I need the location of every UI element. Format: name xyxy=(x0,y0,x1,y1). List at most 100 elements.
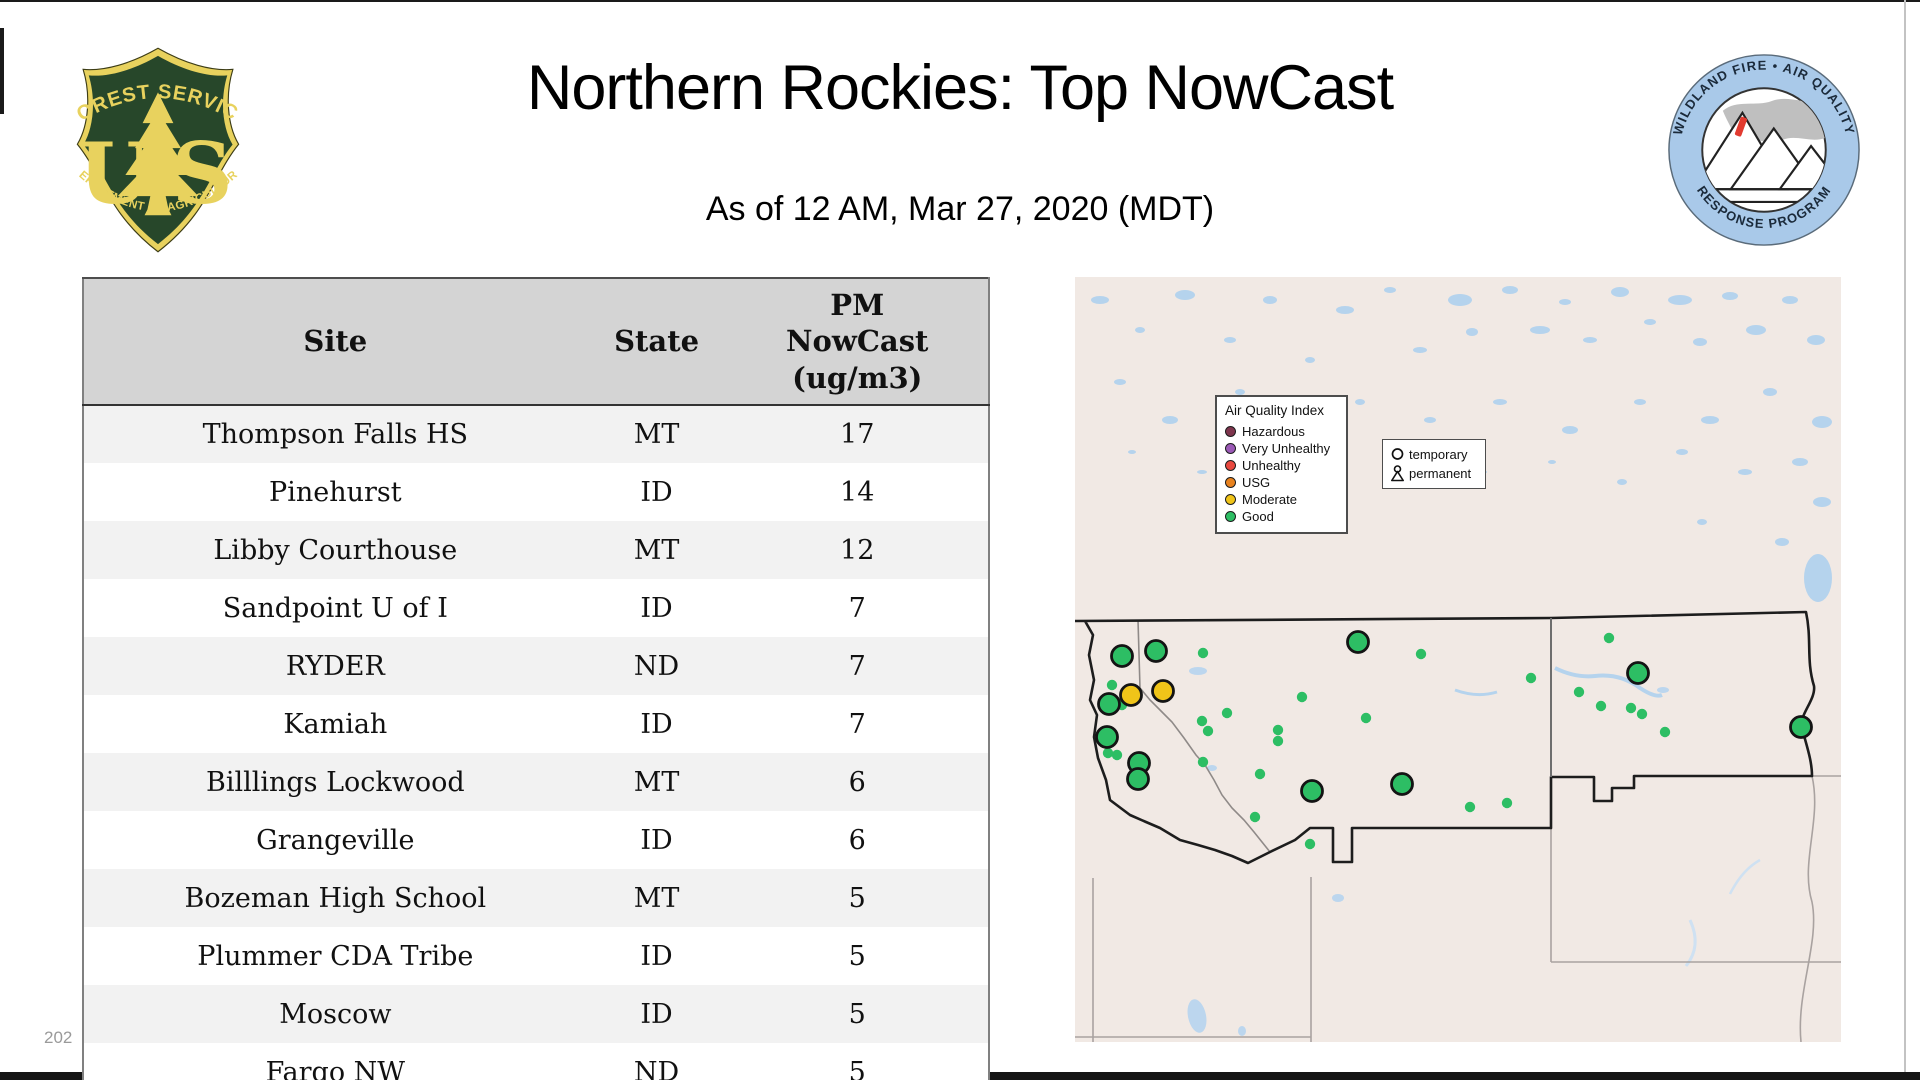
monitor-marker-temporary[interactable] xyxy=(1501,797,1513,809)
value-cell: 12 xyxy=(726,521,989,579)
state-cell: ID xyxy=(586,811,727,869)
site-cell: Pinehurst xyxy=(83,463,587,521)
monitor-marker-permanent[interactable] xyxy=(1346,630,1370,654)
monitor-marker-temporary[interactable] xyxy=(1221,707,1233,719)
table-row: Sandpoint U of I ID 7 xyxy=(83,579,989,637)
monitor-map: Air Quality Index Hazardous Very Unhealth… xyxy=(1075,277,1841,1042)
aqi-color-dot-icon xyxy=(1225,443,1236,454)
table-row: Fargo NW ND 5 xyxy=(83,1043,989,1080)
monitor-marker-temporary[interactable] xyxy=(1197,756,1209,768)
monitor-marker-permanent[interactable] xyxy=(1300,779,1324,803)
map-canvas xyxy=(1075,277,1841,1042)
value-cell: 17 xyxy=(726,405,989,463)
monitor-marker-temporary[interactable] xyxy=(1272,724,1284,736)
monitor-marker-temporary[interactable] xyxy=(1636,708,1648,720)
legend-item-temporary: temporary xyxy=(1390,445,1481,464)
state-cell: ID xyxy=(586,579,727,637)
monitor-marker-temporary[interactable] xyxy=(1249,811,1261,823)
site-cell: Thompson Falls HS xyxy=(83,405,587,463)
monitor-marker-temporary[interactable] xyxy=(1202,725,1214,737)
state-cell: ND xyxy=(586,1043,727,1080)
aqi-legend-label: Moderate xyxy=(1242,492,1297,507)
monitor-marker-permanent[interactable] xyxy=(1390,772,1414,796)
table-row: Plummer CDA Tribe ID 5 xyxy=(83,927,989,985)
slide-top-edge xyxy=(0,0,1920,2)
state-cell: MT xyxy=(586,753,727,811)
site-cell: Kamiah xyxy=(83,695,587,753)
monitor-marker-permanent[interactable] xyxy=(1151,679,1175,703)
state-cell: ID xyxy=(586,695,727,753)
monitor-marker-temporary[interactable] xyxy=(1111,749,1123,761)
table-row: Thompson Falls HS MT 17 xyxy=(83,405,989,463)
state-cell: MT xyxy=(586,521,727,579)
nowcast-table-body: Thompson Falls HS MT 17 Pinehurst ID 14 Libby … xyxy=(83,405,989,1080)
slide-right-edge xyxy=(1904,0,1906,1072)
monitor-marker-permanent[interactable] xyxy=(1110,644,1134,668)
monitor-marker-temporary[interactable] xyxy=(1625,702,1637,714)
site-cell: Fargo NW xyxy=(83,1043,587,1080)
table-row: Pinehurst ID 14 xyxy=(83,463,989,521)
monitor-marker-permanent[interactable] xyxy=(1126,767,1150,791)
table-row: Grangeville ID 6 xyxy=(83,811,989,869)
slide-left-edge xyxy=(0,28,4,114)
monitor-marker-temporary[interactable] xyxy=(1603,632,1615,644)
aqi-legend-label: Good xyxy=(1242,509,1274,524)
monitor-marker-temporary[interactable] xyxy=(1525,672,1537,684)
nowcast-table-header: Site State PM NowCast (ug/m3) xyxy=(83,278,989,406)
aqi-legend-title: Air Quality Index xyxy=(1225,403,1325,418)
site-cell: RYDER xyxy=(83,637,587,695)
monitor-marker-permanent[interactable] xyxy=(1119,683,1143,707)
page-subtitle: As of 12 AM, Mar 27, 2020 (MDT) xyxy=(705,190,1215,228)
monitor-marker-temporary[interactable] xyxy=(1304,838,1316,850)
site-cell: Grangeville xyxy=(83,811,587,869)
monitor-marker-temporary[interactable] xyxy=(1595,700,1607,712)
value-cell: 6 xyxy=(726,811,989,869)
monitor-marker-permanent[interactable] xyxy=(1097,692,1121,716)
aqi-legend-item: Very Unhealthy xyxy=(1225,440,1340,457)
value-cell: 5 xyxy=(726,927,989,985)
person-icon xyxy=(1391,465,1404,482)
clipped-timestamp: 202 xyxy=(44,1028,73,1047)
circle-icon xyxy=(1391,448,1404,460)
state-cell: ID xyxy=(586,985,727,1043)
value-cell: 5 xyxy=(726,869,989,927)
monitor-marker-temporary[interactable] xyxy=(1659,726,1671,738)
monitor-marker-permanent[interactable] xyxy=(1144,639,1168,663)
value-cell: 5 xyxy=(726,1043,989,1080)
value-cell: 6 xyxy=(726,753,989,811)
monitor-marker-temporary[interactable] xyxy=(1197,647,1209,659)
site-cell: Bozeman High School xyxy=(83,869,587,927)
value-cell: 7 xyxy=(726,637,989,695)
aqi-legend-item: Hazardous xyxy=(1225,423,1340,440)
state-cell: ND xyxy=(586,637,727,695)
monitor-marker-permanent[interactable] xyxy=(1626,661,1650,685)
aqi-color-dot-icon xyxy=(1225,426,1236,437)
monitor-marker-permanent[interactable] xyxy=(1789,715,1813,739)
aqi-legend-item: Unhealthy xyxy=(1225,457,1340,474)
monitor-marker-temporary[interactable] xyxy=(1272,735,1284,747)
value-cell: 7 xyxy=(726,695,989,753)
monitor-marker-temporary[interactable] xyxy=(1296,691,1308,703)
table-row: Bozeman High School MT 5 xyxy=(83,869,989,927)
aqi-color-dot-icon xyxy=(1225,460,1236,471)
site-cell: Sandpoint U of I xyxy=(83,579,587,637)
monitor-marker-temporary[interactable] xyxy=(1106,679,1118,691)
monitor-marker-temporary[interactable] xyxy=(1254,768,1266,780)
monitor-marker-temporary[interactable] xyxy=(1415,648,1427,660)
monitor-marker-temporary[interactable] xyxy=(1464,801,1476,813)
aqi-legend: Air Quality Index Hazardous Very Unhealth… xyxy=(1215,395,1348,534)
table-row: Kamiah ID 7 xyxy=(83,695,989,753)
table-row: RYDER ND 7 xyxy=(83,637,989,695)
value-cell: 5 xyxy=(726,985,989,1043)
value-cell: 14 xyxy=(726,463,989,521)
table-row: Libby Courthouse MT 12 xyxy=(83,521,989,579)
aqi-legend-label: Hazardous xyxy=(1242,424,1305,439)
legend-item-permanent: permanent xyxy=(1390,464,1481,483)
monitor-marker-permanent[interactable] xyxy=(1095,725,1119,749)
nowcast-table: Site State PM NowCast (ug/m3) Thompson F… xyxy=(82,277,990,1080)
monitor-marker-temporary[interactable] xyxy=(1573,686,1585,698)
page-title: Northern Rockies: Top NowCast xyxy=(526,53,1394,123)
monitor-marker-temporary[interactable] xyxy=(1360,712,1372,724)
monitor-marker-temporary[interactable] xyxy=(1102,747,1114,759)
monitor-marker-temporary[interactable] xyxy=(1196,715,1208,727)
